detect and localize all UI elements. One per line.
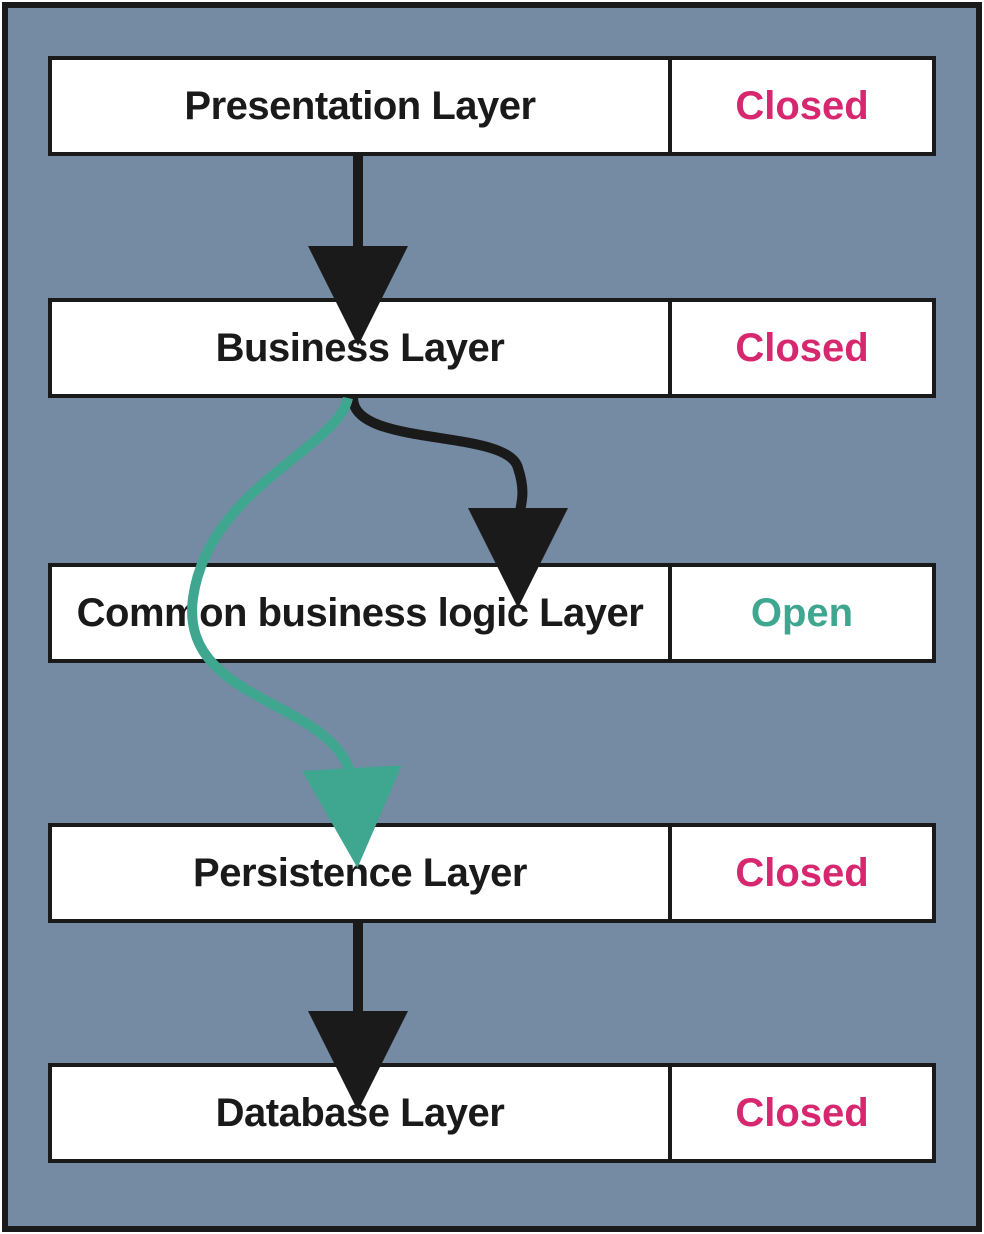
arrow-business-to-common — [353, 398, 522, 528]
layer-status: Closed — [672, 1067, 932, 1159]
layer-name: Business Layer — [52, 302, 672, 394]
layer-status: Open — [672, 567, 932, 659]
layer-status: Closed — [672, 302, 932, 394]
layer-common-business-logic: Common business logic Layer Open — [48, 563, 936, 663]
layer-status: Closed — [672, 827, 932, 919]
layer-persistence: Persistence Layer Closed — [48, 823, 936, 923]
layer-name: Database Layer — [52, 1067, 672, 1159]
layer-database: Database Layer Closed — [48, 1063, 936, 1163]
layer-presentation: Presentation Layer Closed — [48, 56, 936, 156]
layer-name: Persistence Layer — [52, 827, 672, 919]
layer-status: Closed — [672, 60, 932, 152]
layer-business: Business Layer Closed — [48, 298, 936, 398]
layer-name: Presentation Layer — [52, 60, 672, 152]
layered-architecture-diagram: Presentation Layer Closed Business Layer… — [2, 2, 982, 1232]
layer-name: Common business logic Layer — [52, 567, 672, 659]
